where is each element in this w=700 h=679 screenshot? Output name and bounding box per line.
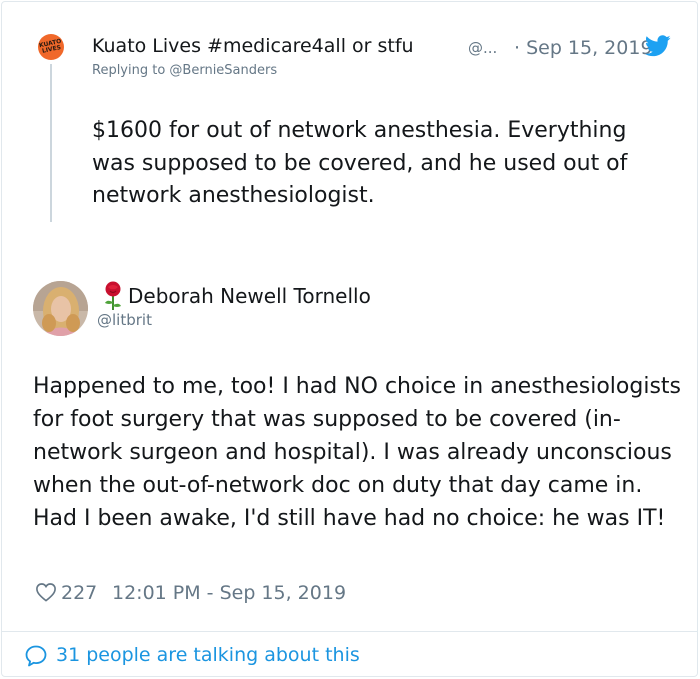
- avatar-photo: [33, 281, 88, 336]
- tweet-timestamp[interactable]: 12:01 PM - Sep 15, 2019: [112, 582, 346, 604]
- replying-to[interactable]: Replying to @BernieSanders: [92, 63, 277, 78]
- heart-icon[interactable]: [35, 582, 57, 602]
- conversation-link-text[interactable]: 31 people are talking about this: [56, 644, 360, 666]
- parent-handle[interactable]: @...: [468, 39, 497, 57]
- parent-tweet-header: Kuato Lives #medicare4all or stfu @... ·…: [92, 35, 682, 61]
- footer-divider: [2, 631, 697, 632]
- reply-avatar[interactable]: [33, 281, 88, 336]
- reply-tweet-text: Happened to me, too! I had NO choice in …: [33, 374, 681, 531]
- parent-avatar[interactable]: KUATO LIVES: [38, 34, 64, 60]
- speech-bubble-icon: [25, 645, 47, 667]
- parent-avatar-logo-text: KUATO LIVES: [38, 37, 63, 55]
- reply-handle[interactable]: @litbrit: [97, 311, 152, 329]
- parent-tweet[interactable]: KUATO LIVES Kuato Lives #medicare4all or…: [2, 2, 697, 242]
- reply-display-name[interactable]: Deborah Newell Tornello: [128, 284, 371, 308]
- rose-icon: [105, 281, 121, 310]
- parent-tweet-text: $1600 for out of network anesthesia. Eve…: [92, 118, 628, 208]
- tweet-embed-card: KUATO LIVES Kuato Lives #medicare4all or…: [1, 1, 698, 677]
- thread-line: [50, 64, 52, 222]
- parent-date[interactable]: · Sep 15, 2019: [514, 37, 653, 59]
- parent-display-name[interactable]: Kuato Lives #medicare4all or stfu: [92, 35, 414, 57]
- like-count[interactable]: 227: [61, 582, 97, 604]
- twitter-bird-icon[interactable]: [645, 35, 671, 57]
